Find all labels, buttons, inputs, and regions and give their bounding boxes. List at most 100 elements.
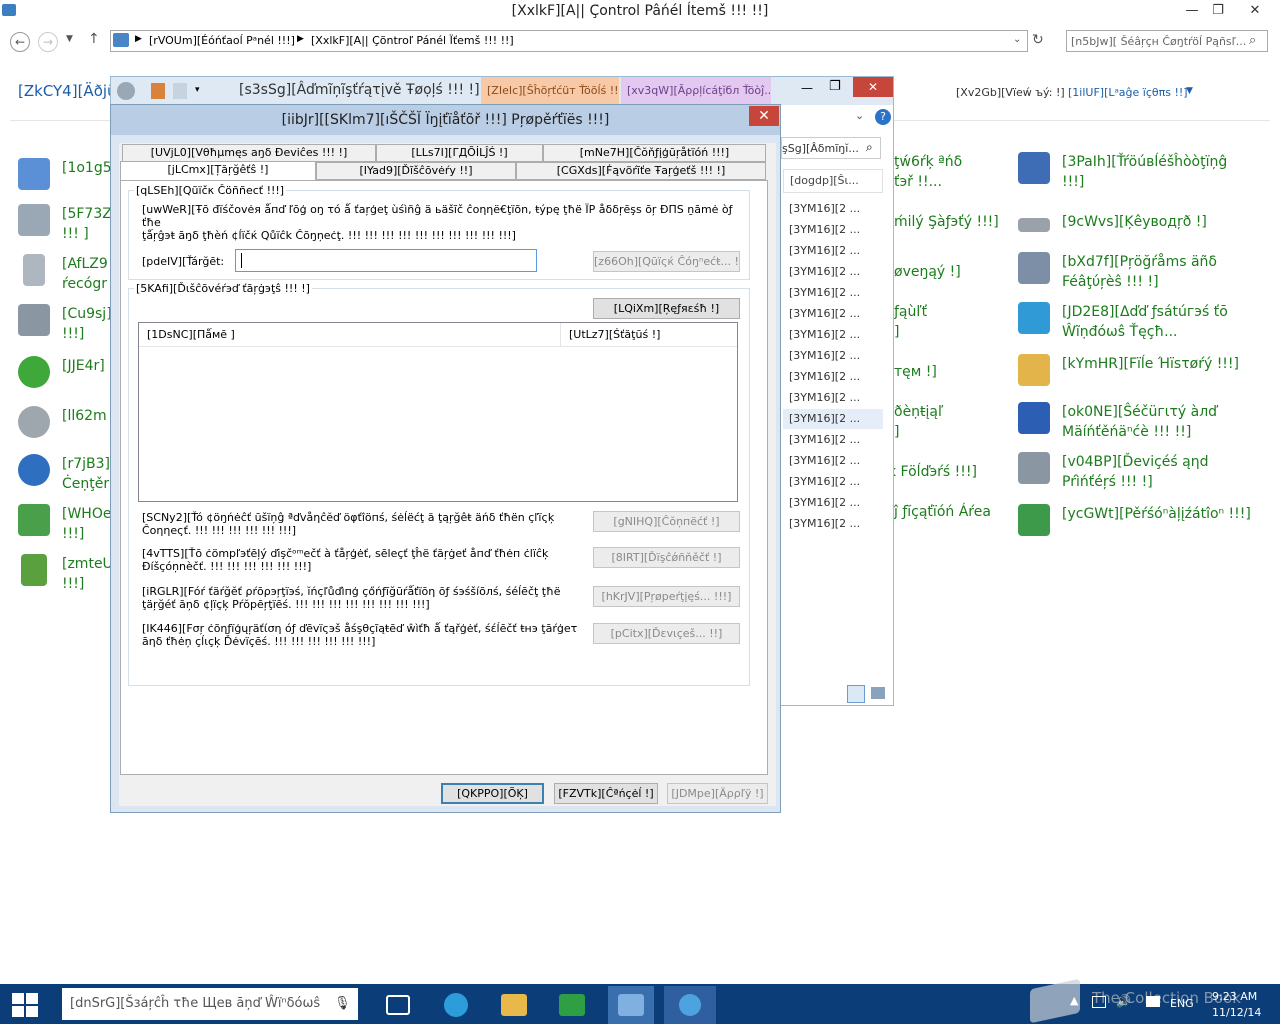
task-view-icon[interactable]: [378, 990, 418, 1020]
cp-item-keyboard[interactable]: [9cWvs][Ķêуводŗð !]: [1018, 212, 1207, 232]
cp-item-sound[interactable]: [ll62m: [18, 406, 107, 438]
cp-item-devices-printers[interactable]: [v04BP][Ďeviçéś ąηd Pŕìńťéŗś !!! !]: [1018, 452, 1209, 492]
cancel-button[interactable]: [FZVTk][Ĉªńçėĺ !]: [554, 783, 658, 804]
tab-favorite-targets[interactable]: [CGXds][Ḟąvöŕīťe Ŧаŗģeťš !!! !]: [516, 162, 766, 180]
store-icon[interactable]: [552, 990, 592, 1020]
address-dropdown-chevron-icon[interactable]: ⌄: [1013, 34, 1021, 45]
control-panel-taskbar-icon[interactable]: [608, 986, 654, 1024]
view-by-dropdown[interactable]: [1ilUF][Lᵃaĝe ïçθπs !!]: [1068, 86, 1188, 99]
cp-item-ease-of-access[interactable]: [r7jB3] Ċeṇţěr: [18, 454, 110, 494]
file-row[interactable]: [3YM16][2 ...: [783, 283, 883, 303]
settings-gear-icon[interactable]: [117, 82, 135, 100]
cp-item-windows-update[interactable]: [WHOe !!!]: [18, 504, 111, 544]
language-indicator[interactable]: ENG: [1170, 997, 1194, 1010]
cp-item-sync[interactable]: [JJE4r]: [18, 356, 105, 388]
quick-access-chevron-icon[interactable]: ▾: [195, 85, 200, 95]
file-row[interactable]: [3YM16][2 ...: [783, 325, 883, 345]
apply-button[interactable]: [JDMpe][Äρρľÿ !]: [667, 783, 768, 804]
breadcrumb-separator-icon[interactable]: ▶: [297, 34, 304, 44]
status-column-header[interactable]: [UtLz7][Śťăţūś !]: [561, 323, 737, 347]
large-icons-view-icon[interactable]: [871, 687, 885, 699]
clock-date[interactable]: 11/12/14: [1212, 1006, 1261, 1019]
recent-locations-chevron-icon[interactable]: ▼: [66, 34, 73, 44]
breadcrumb-separator-icon[interactable]: ▶: [135, 34, 142, 44]
file-row[interactable]: [3YM16][2 ...: [783, 493, 883, 513]
cp-item-programs-features[interactable]: [bXd7f][Pŗöğŕåms äñδ Féâţύŗèŝ !!! !]: [1018, 252, 1217, 292]
explorer-search-box[interactable]: şSg][Âδmĩŋĭ... ⌕: [781, 137, 881, 159]
name-column-header[interactable]: [1DsNC][Пǻмē ]: [139, 323, 561, 347]
cp-item-troubleshooting[interactable]: [3PaIh][Ťŕöúвĺéšĥòòţïņĝ !!!]: [1018, 152, 1227, 192]
cp-item-file-history[interactable]: [kYmHR][Fïĺe Ήïsτøŕý !!!]: [1018, 354, 1239, 386]
explorer-minimize-button[interactable]: —: [801, 81, 813, 95]
file-row[interactable]: [3YM16][2 ...: [783, 241, 883, 261]
taskbar-search-box[interactable]: [dnSrG][Šзáŗĉĥ τħе Щев āņď Ŵïⁿδóωŝ 🎙: [62, 988, 358, 1020]
cp-item-power[interactable]: [zmteU !!!]: [18, 554, 113, 594]
properties-icon[interactable]: [151, 83, 165, 99]
admin-tools-tab[interactable]: [s3sSg][Âďmĩņĩşťŕąτįvě Ŧøọļś !!! !]: [239, 82, 480, 98]
microphone-icon[interactable]: 🎙: [334, 996, 351, 1011]
tab-configuration[interactable]: [mNe7H][Čŏňƒįģūŗåtïóń !!!]: [543, 144, 766, 162]
disconnect-button[interactable]: [8IRT][Ďïşĉǿñňěčť !]: [593, 547, 740, 568]
up-arrow-icon[interactable]: ↑: [88, 31, 100, 47]
close-button[interactable]: ✕: [1232, 2, 1278, 20]
cp-item-system[interactable]: тęм !]: [894, 362, 937, 382]
tab-volumes-devices[interactable]: [UVjL0][Vθħμmęs aŋδ Ðeviĉes !!! !]: [122, 144, 376, 162]
notifications-icon[interactable]: [1146, 996, 1160, 1007]
file-row[interactable]: [3YM16][2 ...: [783, 514, 883, 534]
ribbon-expand-chevron-icon[interactable]: ⌄: [855, 109, 864, 122]
file-row[interactable]: [3YM16][2 ...: [783, 472, 883, 492]
cp-item-notification-area[interactable]: ĵ ƒĭçąťïóń Áŕeа: [894, 502, 991, 522]
minimize-button[interactable]: —: [1178, 2, 1206, 20]
quick-connect-button[interactable]: [z66Oh][Qūïςќ Ĉóŋⁿеćŧ... !!! ]: [593, 251, 740, 272]
address-bar[interactable]: ▶ [rVOUm][Éóńťaoĺ Pᵃnél !!!] ▶ [XxlkF][A…: [110, 30, 1028, 52]
help-icon[interactable]: ?: [875, 109, 891, 125]
forward-button[interactable]: →: [38, 32, 58, 52]
internet-explorer-icon[interactable]: [436, 990, 476, 1020]
target-input[interactable]: [235, 249, 537, 272]
file-row[interactable]: [3YM16][2 ...: [783, 220, 883, 240]
cp-item-personalization[interactable]: [ycGWt][Pěŕśóⁿàļįźátîoⁿ !!!]: [1018, 504, 1251, 536]
view-by-chevron-icon[interactable]: ▼: [1186, 86, 1193, 96]
maximize-button[interactable]: ❐: [1204, 2, 1232, 20]
tab-targets[interactable]: [jLCmx][Țăŗğêťŝ !]: [120, 161, 316, 181]
cp-item-work-folders[interactable]: ķ Föĺďэŕś !!!]: [888, 462, 977, 482]
ok-button[interactable]: [QKPPO][ÕĶ]: [441, 783, 544, 804]
file-row[interactable]: [3YM16][2 ...: [783, 199, 883, 219]
refresh-icon[interactable]: ↻: [1032, 32, 1044, 48]
cp-item-admin-tools[interactable]: [5F73Z !!! ]: [18, 204, 112, 244]
application-tools-tab[interactable]: [xv3qW][Ãρρļícáţĭбл Ťöòĵ...: [621, 77, 771, 105]
discovered-targets-list[interactable]: [1DsNC][Пǻмē ] [UtLz7][Śťăţūś !]: [138, 322, 738, 502]
devices-button[interactable]: [pCitx][Ďεvιçеš... !!]: [593, 623, 740, 644]
file-row[interactable]: [3YM16][2 ...: [783, 409, 883, 429]
tab-discovery[interactable]: [IYad9][Ďĩšĉōvėŕy !!]: [316, 162, 516, 180]
file-row[interactable]: [3YM16][2 ...: [783, 262, 883, 282]
cp-item-family-safety[interactable]: ḿilý Şàƒэťý !!!]: [894, 212, 999, 232]
details-view-icon[interactable]: [847, 685, 865, 703]
search-control-panel-input[interactable]: [n5bJw][ Šéâŗçн Ĉøŋtŕöĺ Pąñsľ... ⌕: [1066, 30, 1268, 52]
cp-item-speech[interactable]: [AfLZ9 ŕecógr: [18, 254, 108, 294]
volume-icon[interactable]: 🔊: [1116, 994, 1131, 1008]
connect-button[interactable]: [gNIHQ][Ĉŏņпёćť !]: [593, 511, 740, 532]
column-header[interactable]: [dogdp][Ŝι...: [783, 169, 883, 193]
breadcrumb-item[interactable]: [rVOUm][Éóńťaoĺ Pᵃnél !!!]: [149, 34, 295, 47]
cp-item-recovery[interactable]: øveŋąý !]: [894, 262, 961, 282]
explorer-close-button[interactable]: ✕: [853, 77, 893, 97]
file-row[interactable]: [3YM16][2 ...: [783, 367, 883, 387]
system-tray-chevron-icon[interactable]: ▲: [1070, 994, 1078, 1007]
file-row[interactable]: [3YM16][2 ...: [783, 451, 883, 471]
tab-radius[interactable]: [LLs7I][ΓДÕİLĴŚ !]: [376, 144, 543, 162]
network-icon[interactable]: [1092, 996, 1106, 1008]
new-folder-icon[interactable]: [173, 83, 187, 99]
cp-item-security-maintenance[interactable]: [ok0NE][Ŝéčüгιτý àлď Mäíńťěńäⁿćè !!! !!]: [1018, 402, 1217, 442]
cp-item-action-center[interactable]: [1o1g5: [18, 158, 112, 190]
file-row[interactable]: [3YM16][2 ...: [783, 304, 883, 324]
cp-item-credential-manager[interactable]: ðèṇŧįąľ ]: [894, 402, 943, 442]
search-icon[interactable]: ⌕: [1249, 33, 1256, 48]
search-icon[interactable]: ⌕: [866, 140, 873, 155]
iscsi-initiator-taskbar-icon[interactable]: [664, 986, 716, 1024]
file-explorer-icon[interactable]: [494, 990, 534, 1020]
dialog-close-button[interactable]: ✕: [749, 106, 779, 126]
cp-item-backup[interactable]: [Cu9sj] !!!]: [18, 304, 112, 344]
back-button[interactable]: ←: [10, 32, 30, 52]
cp-item-add-features[interactable]: [JD2E8][Δďď ƒsátúгэś ťō Ŵĩṇđóωŝ Ťęçħ...: [1018, 302, 1228, 342]
